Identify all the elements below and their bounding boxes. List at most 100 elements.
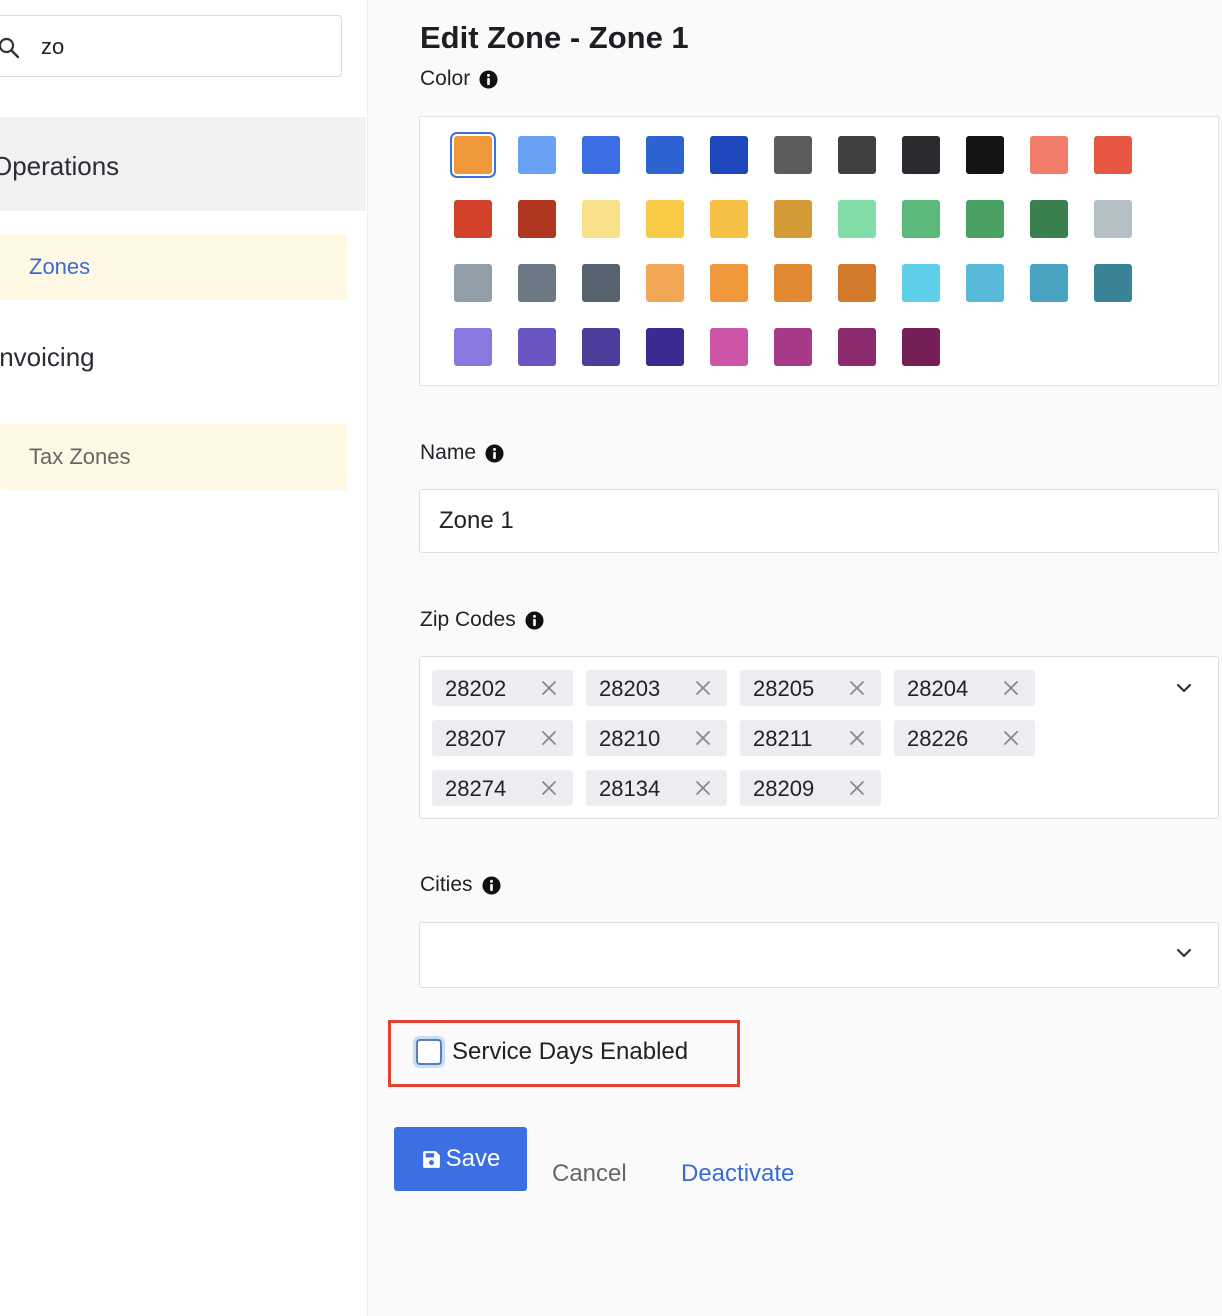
color-swatch[interactable] <box>582 136 620 174</box>
save-button-label: Save <box>445 1145 501 1172</box>
zip-code-chip-label: 28203 <box>599 676 661 701</box>
chevron-down-icon[interactable] <box>1175 944 1193 962</box>
color-swatch[interactable] <box>454 200 492 238</box>
zip-code-chip: 28274 <box>432 770 573 806</box>
color-swatch[interactable] <box>518 264 556 302</box>
close-icon[interactable] <box>695 730 711 746</box>
close-icon[interactable] <box>1003 680 1019 696</box>
zip-code-chip-label: 28210 <box>599 726 661 751</box>
sidebar-search-box[interactable] <box>0 15 342 77</box>
color-swatch[interactable] <box>774 136 812 174</box>
name-input[interactable] <box>419 489 1219 553</box>
zip-code-chip-label: 28205 <box>753 676 815 701</box>
zip-code-chip-label: 28274 <box>445 776 507 801</box>
color-swatch[interactable] <box>710 328 748 366</box>
color-swatch[interactable] <box>774 200 812 238</box>
zip-code-chip-label: 28209 <box>753 776 815 801</box>
sidebar-item-label: Zones <box>29 254 91 279</box>
color-swatch[interactable] <box>1094 136 1132 174</box>
color-swatch[interactable] <box>838 200 876 238</box>
service-days-label: Service Days Enabled <box>452 1038 689 1065</box>
color-swatch[interactable] <box>454 264 492 302</box>
zip-code-chip-label: 28207 <box>445 726 507 751</box>
info-icon[interactable] <box>479 69 498 89</box>
info-icon[interactable] <box>481 875 501 895</box>
color-swatch[interactable] <box>710 264 748 302</box>
sidebar-item-zones[interactable]: Zones <box>0 234 347 300</box>
close-icon[interactable] <box>849 730 865 746</box>
color-swatch[interactable] <box>518 328 556 366</box>
nav-group-operations: Operations <box>0 117 366 211</box>
search-input[interactable] <box>41 30 321 64</box>
close-icon[interactable] <box>695 680 711 696</box>
color-swatch[interactable] <box>902 264 940 302</box>
color-swatch[interactable] <box>454 328 492 366</box>
zip-code-chip-label: 28134 <box>599 776 661 801</box>
color-swatch[interactable] <box>966 264 1004 302</box>
save-button[interactable]: Save <box>394 1127 527 1191</box>
color-swatch[interactable] <box>646 264 684 302</box>
color-swatch[interactable] <box>646 200 684 238</box>
color-label-text: Color <box>420 67 471 90</box>
service-days-toggle[interactable]: Service Days Enabled <box>416 1038 688 1066</box>
color-swatch[interactable] <box>1030 264 1068 302</box>
color-swatch[interactable] <box>1094 200 1132 238</box>
color-field-label: Color <box>420 67 498 91</box>
chevron-down-icon[interactable] <box>1175 679 1193 697</box>
close-icon[interactable] <box>695 780 711 796</box>
color-swatch[interactable] <box>1094 264 1132 302</box>
close-icon[interactable] <box>541 730 557 746</box>
color-swatch[interactable] <box>838 136 876 174</box>
color-swatch[interactable] <box>710 136 748 174</box>
zip-code-chip: 28204 <box>894 670 1035 706</box>
cancel-button[interactable]: Cancel <box>552 1160 627 1188</box>
close-icon[interactable] <box>1003 730 1019 746</box>
close-icon[interactable] <box>849 780 865 796</box>
color-swatch[interactable] <box>902 136 940 174</box>
color-swatch[interactable] <box>902 328 940 366</box>
deactivate-button[interactable]: Deactivate <box>681 1160 794 1188</box>
zip-codes-label-text: Zip Codes <box>420 608 516 631</box>
zip-code-chip: 28226 <box>894 720 1035 756</box>
close-icon[interactable] <box>849 680 865 696</box>
color-swatch[interactable] <box>454 136 492 174</box>
color-swatch[interactable] <box>582 200 620 238</box>
color-swatch[interactable] <box>518 200 556 238</box>
floppy-disk-icon <box>422 1150 440 1168</box>
info-icon[interactable] <box>485 443 504 463</box>
color-swatch[interactable] <box>582 328 620 366</box>
zip-code-chip: 28211 <box>740 720 881 756</box>
close-icon[interactable] <box>541 680 557 696</box>
color-swatch[interactable] <box>902 200 940 238</box>
search-icon <box>0 37 20 59</box>
color-swatch[interactable] <box>774 328 812 366</box>
color-swatch[interactable] <box>1030 200 1068 238</box>
sidebar-item-tax-zones[interactable]: Tax Zones <box>0 424 347 490</box>
color-swatch[interactable] <box>966 200 1004 238</box>
zip-code-chip-label: 28204 <box>907 676 969 701</box>
color-swatch[interactable] <box>518 136 556 174</box>
color-picker <box>419 116 1219 386</box>
color-swatch[interactable] <box>646 136 684 174</box>
color-swatch[interactable] <box>774 264 812 302</box>
service-days-checkbox[interactable] <box>416 1039 442 1065</box>
color-swatch[interactable] <box>838 328 876 366</box>
color-swatch[interactable] <box>710 200 748 238</box>
color-swatch[interactable] <box>966 136 1004 174</box>
close-icon[interactable] <box>541 780 557 796</box>
sidebar: Operations Zones Invoicing Tax Zones <box>0 0 368 1316</box>
cities-select[interactable] <box>419 922 1219 988</box>
color-swatch[interactable] <box>582 264 620 302</box>
name-field-label: Name <box>420 441 504 465</box>
zip-code-chip-label: 28202 <box>445 676 507 701</box>
color-swatch[interactable] <box>838 264 876 302</box>
color-swatch[interactable] <box>646 328 684 366</box>
zip-code-chip: 28205 <box>740 670 881 706</box>
color-swatch[interactable] <box>1030 136 1068 174</box>
zip-code-chip: 28203 <box>586 670 727 706</box>
zip-codes-select[interactable]: 28202 28203 28205 28204 28207 28210 28211 28226… <box>419 656 1219 819</box>
info-icon[interactable] <box>525 610 544 630</box>
zip-code-chip: 28207 <box>432 720 573 756</box>
zip-code-chip: 28134 <box>586 770 727 806</box>
zip-code-chip-label: 28211 <box>753 726 813 751</box>
